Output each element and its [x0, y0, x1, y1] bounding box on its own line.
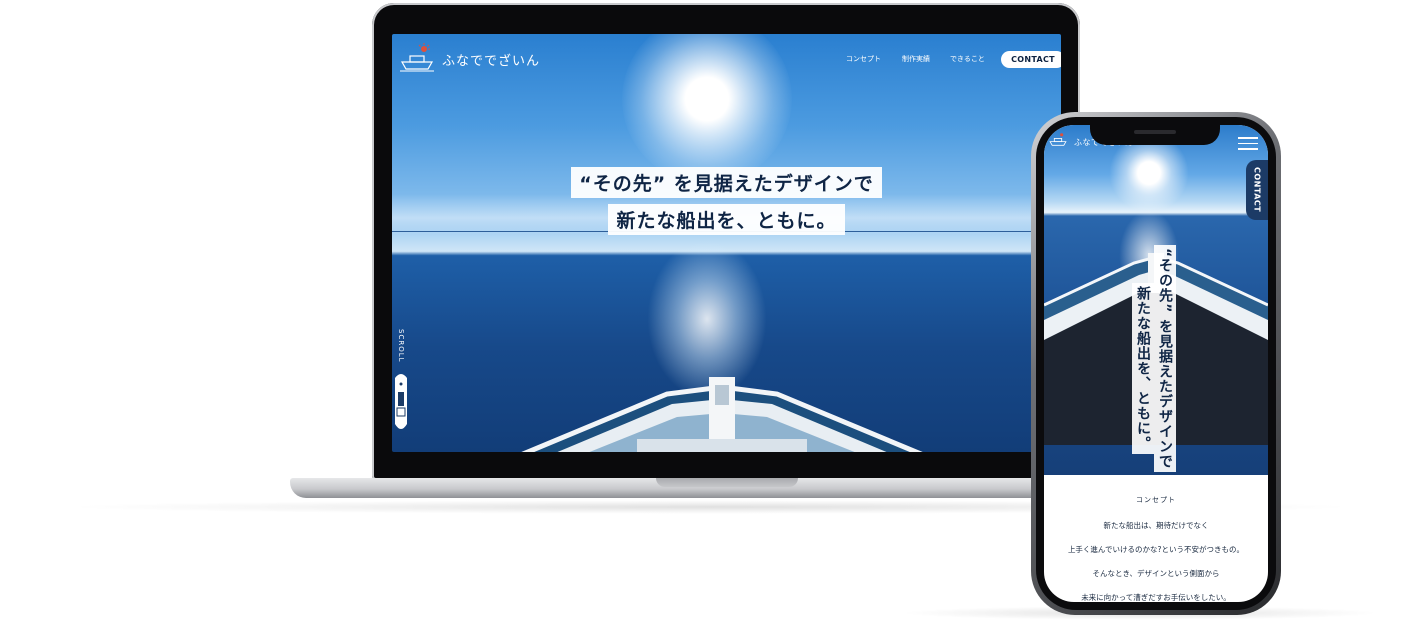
laptop-screen: ふなででざいん コンセプト 制作実績 できること CONTACT “その先” を…	[392, 34, 1061, 452]
phone-headline-col-1: “その先” を見据えたデザインで	[1154, 245, 1176, 473]
phone-notch	[1090, 123, 1220, 145]
headline-line-1: “その先” を見据えたデザインで	[571, 167, 882, 198]
scroll-ship-icon[interactable]	[393, 372, 409, 432]
nav-item-services[interactable]: できること	[950, 54, 985, 64]
headline-line-2: 新たな船出を、ともに。	[608, 204, 845, 235]
phone-contact-tab[interactable]: CONTACT	[1246, 160, 1268, 220]
concept-section-label: コンセプト	[1136, 496, 1176, 504]
concept-line: 新たな船出は、期待だけでなく	[1103, 521, 1209, 530]
ship-logo-icon[interactable]	[398, 42, 436, 72]
concept-line: 未来に向かって漕ぎだすお手伝いをしたい。	[1081, 593, 1231, 602]
phone-speaker	[1134, 130, 1176, 134]
phone-ship-logo-icon[interactable]	[1048, 131, 1068, 147]
contact-button[interactable]: CONTACT	[1001, 51, 1061, 68]
logo-text[interactable]: ふなででざいん	[442, 50, 540, 69]
concept-line: 上手く進んでいけるのかな?という不安がつきもの。	[1067, 545, 1245, 554]
phone-hero: ふなででざいん CONTACT “その先” を見据えたデザインで 新たな船出を、…	[1044, 125, 1268, 475]
scroll-indicator-label[interactable]: SCROLL	[397, 329, 405, 363]
site-header: ふなででざいん コンセプト 制作実績 できること CONTACT	[392, 34, 1061, 84]
laptop-notch	[656, 478, 798, 487]
nav-item-concept[interactable]: コンセプト	[846, 54, 881, 64]
phone-headline-col-2: 新たな船出を、ともに。	[1132, 283, 1154, 454]
hamburger-menu-icon[interactable]	[1238, 137, 1258, 151]
ship-bow-image	[521, 377, 923, 452]
nav-item-works[interactable]: 制作実績	[902, 54, 930, 64]
phone-screen: ふなででざいん CONTACT “その先” を見据えたデザインで 新たな船出を、…	[1044, 125, 1268, 602]
hero-headline: “その先” を見据えたデザインで 新たな船出を、ともに。	[392, 167, 1061, 235]
concept-section: コンセプト 新たな船出は、期待だけでなく 上手く進んでいけるのかな?という不安が…	[1044, 490, 1268, 602]
concept-line: そんなとき、デザインという側面から	[1092, 569, 1220, 578]
